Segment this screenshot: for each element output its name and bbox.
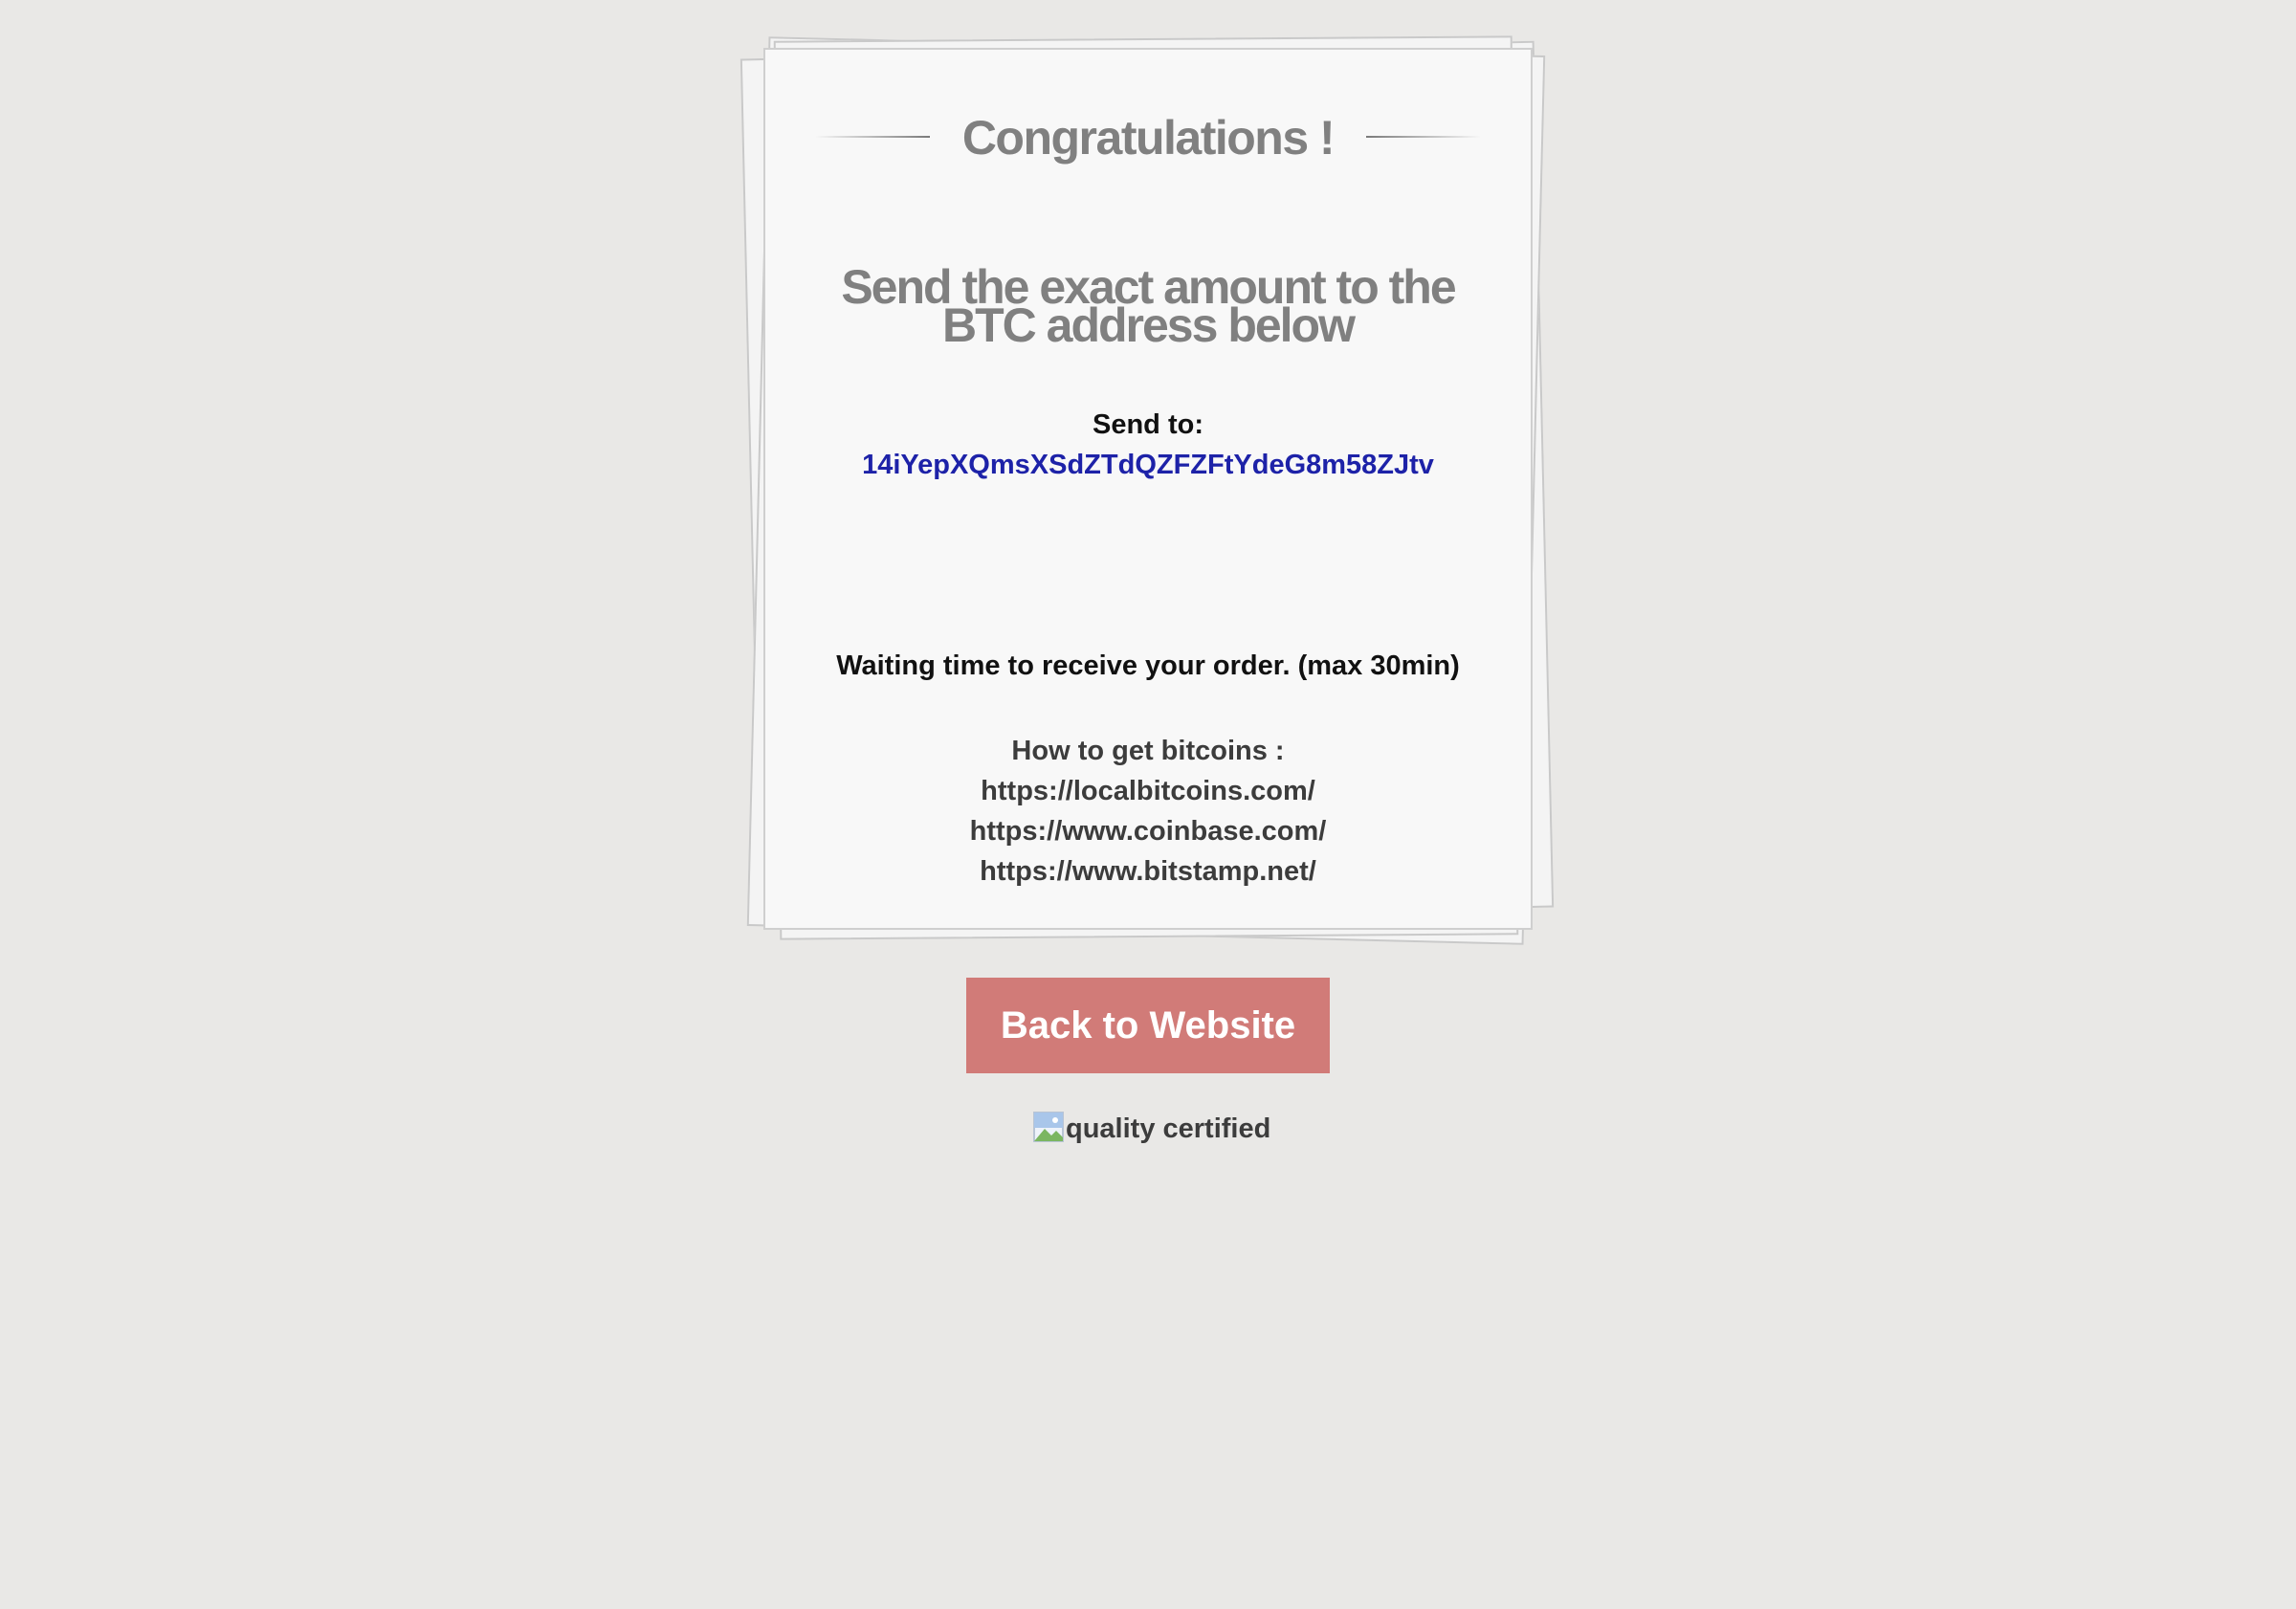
link-bitstamp[interactable]: https://www.bitstamp.net/ xyxy=(765,851,1531,892)
link-localbitcoins[interactable]: https://localbitcoins.com/ xyxy=(765,771,1531,811)
send-to-label: Send to: xyxy=(1093,409,1203,440)
btc-address[interactable]: 14iYepXQmsXSdZTdQZFZFtYdeG8m58ZJtv xyxy=(765,450,1531,481)
page: Congratulations ! Send the exact amount … xyxy=(0,0,2296,1609)
page-title: Congratulations ! xyxy=(961,111,1336,165)
payment-card: Congratulations ! Send the exact amount … xyxy=(763,48,1533,930)
broken-image-icon xyxy=(1033,1112,1064,1142)
how-to-title: How to get bitcoins : xyxy=(1011,736,1285,766)
link-coinbase[interactable]: https://www.coinbase.com/ xyxy=(765,811,1531,851)
instruction-text: Send the exact amount to the BTC address… xyxy=(841,260,1456,352)
waiting-time-text: Waiting time to receive your order. (max… xyxy=(836,650,1460,681)
how-to-section: How to get bitcoins : https://localbitco… xyxy=(765,731,1531,892)
quality-certified-badge: quality certified xyxy=(1033,1110,1270,1148)
back-to-website-button[interactable]: Back to Website xyxy=(966,978,1330,1073)
badge-alt-text: quality certified xyxy=(1066,1113,1271,1144)
